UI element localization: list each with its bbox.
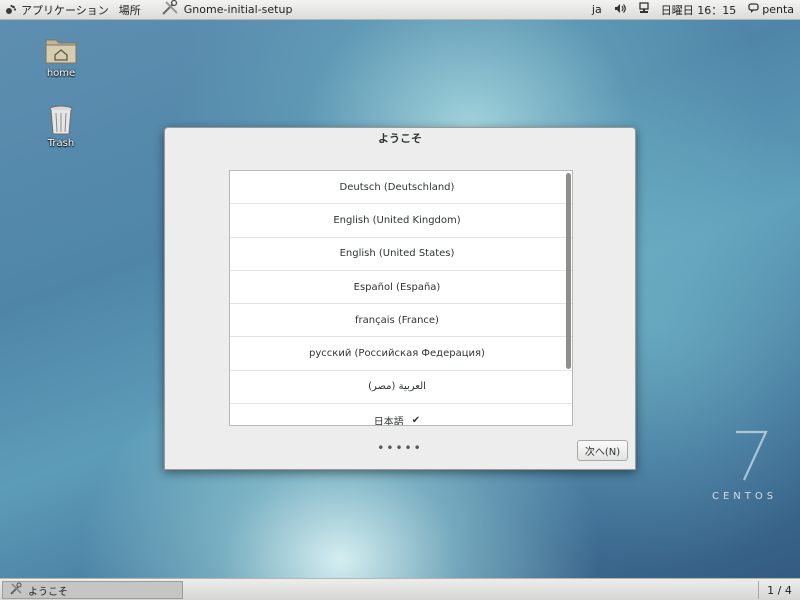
workspace-switcher[interactable]: 1 / 4 [758, 581, 800, 599]
language-row-japanese[interactable]: 日本語 ✔ [230, 404, 572, 426]
gnome-foot-icon [5, 4, 17, 16]
tools-icon [9, 581, 28, 599]
language-row-francais[interactable]: français (France) [230, 304, 572, 338]
language-label: English (United Kingdom) [333, 214, 461, 226]
language-row-arabic[interactable]: العربية (مصر) [230, 371, 572, 405]
desktop-icon-label: Trash [47, 138, 75, 149]
clock[interactable]: 日曜日 16：15 [655, 0, 743, 20]
folder-home-icon [31, 34, 91, 66]
language-label: Deutsch (Deutschland) [339, 181, 455, 193]
centos-7-logo: 7 [728, 424, 772, 482]
language-label: 日本語 [373, 416, 404, 426]
language-label: Español (España) [353, 281, 441, 293]
user-menu[interactable]: penta [742, 0, 800, 20]
trash-icon [31, 104, 91, 136]
taskbar-window-button[interactable]: ようこそ [2, 581, 183, 599]
language-row-english-us[interactable]: English (United States) [230, 238, 572, 271]
language-row-espanol[interactable]: Español (España) [230, 271, 572, 305]
user-chat-icon [748, 2, 759, 17]
tools-icon [161, 0, 181, 19]
speaker-icon [614, 3, 627, 17]
page-indicator-dots: ••••• [377, 441, 423, 455]
taskbar-window-label: ようこそ [28, 586, 68, 598]
desktop-icon-trash[interactable]: Trash [31, 104, 91, 149]
dialog-title: ようこそ [378, 132, 422, 145]
centos-wordmark: CENTOS [712, 491, 778, 502]
workspace-label: 1 / 4 [767, 583, 792, 597]
places-label: 場所 [118, 3, 141, 17]
volume-indicator[interactable] [608, 0, 633, 20]
window-title: Gnome-initial-setup [183, 3, 293, 16]
places-menu[interactable]: 場所 [114, 0, 146, 20]
welcome-dialog: ようこそ Deutsch (Deutschland) English (Unit… [164, 127, 636, 470]
language-row-russian[interactable]: русский (Российская Федерация) [230, 337, 572, 371]
desktop-icon-home[interactable]: home [31, 34, 91, 79]
applications-menu[interactable]: アプリケーション [0, 0, 114, 20]
next-button[interactable]: 次へ(N) [577, 440, 628, 461]
clock-label: 日曜日 16：15 [660, 3, 737, 17]
language-row-deutsch[interactable]: Deutsch (Deutschland) [230, 171, 572, 205]
bottom-panel: ようこそ 1 / 4 [0, 578, 800, 600]
applications-label: アプリケーション [21, 3, 109, 17]
top-panel: アプリケーション 場所 Gnome-initial-setup ja 日曜日 1… [0, 0, 800, 20]
keyboard-layout-indicator[interactable]: ja [586, 0, 608, 20]
language-label: français (France) [355, 314, 439, 326]
language-label: العربية (مصر) [368, 381, 426, 393]
checkmark-icon: ✔ [411, 414, 421, 426]
desktop-icon-label: home [46, 68, 76, 79]
language-label: English (United States) [339, 248, 455, 260]
keyboard-layout-label: ja [591, 3, 602, 16]
active-window-menu[interactable]: Gnome-initial-setup [156, 0, 298, 20]
language-list[interactable]: Deutsch (Deutschland) English (United Ki… [229, 170, 573, 426]
network-wired-icon [639, 2, 649, 17]
language-row-english-uk[interactable]: English (United Kingdom) [230, 204, 572, 238]
user-name: penta [762, 3, 794, 16]
list-scrollbar[interactable] [566, 173, 571, 369]
language-label: русский (Российская Федерация) [309, 348, 485, 360]
network-indicator[interactable] [633, 0, 655, 20]
